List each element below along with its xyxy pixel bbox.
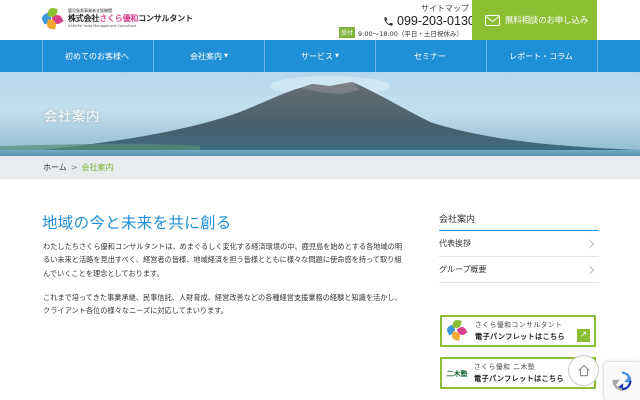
nav-item-services[interactable]: サービス ▼: [265, 40, 376, 72]
phone-number[interactable]: 099-203-0130: [383, 14, 475, 28]
sitemap-link[interactable]: サイトマップ: [421, 3, 469, 14]
sidebar-item-label: 代表挨拶: [439, 239, 471, 248]
experience-paragraph: これまで培ってきた事業承継、民事信託、人財育成、経営改善などの各種経営支援業務の…: [43, 293, 402, 316]
logo-company-name: 株式会社さくら優和コンサルタント: [68, 14, 193, 24]
nav-item-first-time[interactable]: 初めてのお客様へ: [43, 40, 154, 72]
recaptcha-icon: [612, 371, 632, 391]
hours-badge: 受付: [339, 27, 356, 38]
page-title: 会社案内: [44, 109, 100, 125]
phone-icon: [384, 16, 393, 26]
free-consultation-button[interactable]: 無料相談のお申し込み: [472, 0, 597, 40]
breadcrumb-current: 会社案内: [81, 163, 114, 172]
logo-tagline: 鹿児島県事業者支援機関: [68, 8, 112, 14]
phone-number-text: 099-203-0130: [397, 14, 475, 28]
global-nav: 初めてのお客様へ 会社案内 ▼ サービス ▼ セミナー レポート・コラム: [0, 40, 640, 72]
nav-item-company[interactable]: 会社案内 ▼: [154, 40, 265, 72]
sidebar-title: 会社案内: [439, 215, 476, 225]
sidebar-item-label: グループ概要: [439, 265, 487, 274]
site-header: 鹿児島県事業者支援機関 株式会社さくら優和コンサルタント SAKURA Yuwa…: [0, 0, 640, 40]
intro-paragraph: わたしたちさくら優和コンサルタントは、めまぐるしく変化する経済環境の中、鹿児島を…: [43, 242, 403, 278]
back-to-top-button[interactable]: [568, 355, 599, 386]
sidebar-item-group[interactable]: グループ概要: [439, 257, 599, 283]
chevron-right-icon: [585, 265, 595, 274]
banner-subtitle: 電子パンフレットはこちら: [474, 374, 564, 383]
breadcrumb-separator: >: [70, 163, 78, 172]
page: 鹿児島県事業者支援機関 株式会社さくら優和コンサルタント SAKURA Yuwa…: [0, 0, 640, 400]
recaptcha-badge[interactable]: [604, 362, 640, 400]
sidebar-item-greeting[interactable]: 代表挨拶: [439, 231, 599, 257]
mail-icon: [485, 14, 500, 26]
business-hours: 受付 9:00〜18:00（平日・土日祝休み）: [339, 27, 463, 38]
logo-english-name: SAKURA Yuwa Management Consultant: [68, 24, 137, 29]
chevron-down-icon: ▼: [335, 53, 339, 59]
banner-subtitle: 電子パンフレットはこちら: [475, 332, 565, 341]
arrow-up-right-icon: ↗: [577, 329, 590, 342]
main-heading: 地域の今と未来を共に創る: [42, 214, 232, 232]
home-icon: [577, 364, 590, 376]
nav-item-reports[interactable]: レポート・コラム: [487, 40, 598, 72]
logo-leaf-icon: [445, 319, 469, 342]
chevron-right-icon: [585, 239, 595, 248]
hero-banner: 会社案内: [0, 72, 640, 156]
breadcrumb-home[interactable]: ホーム: [43, 162, 67, 173]
cta-label: 無料相談のお申し込み: [505, 16, 589, 26]
banner-title: さくら優和 二木塾: [474, 363, 536, 371]
hours-text: 9:00〜18:00（平日・土日祝休み）: [358, 29, 463, 38]
juku-logo-mark: 二木塾: [446, 368, 468, 378]
company-logo[interactable]: 鹿児島県事業者支援機関 株式会社さくら優和コンサルタント SAKURA Yuwa…: [40, 7, 193, 30]
nav-item-seminar[interactable]: セミナー: [376, 40, 487, 72]
banner-title: さくら優和コンサルタント: [475, 321, 563, 329]
pamphlet-banner-consultant[interactable]: さくら優和コンサルタント 電子パンフレットはこちら ↗: [440, 315, 596, 347]
chevron-down-icon: ▼: [224, 53, 228, 59]
breadcrumb: ホーム > 会社案内: [0, 156, 640, 179]
logo-leaf-icon: [40, 7, 64, 30]
